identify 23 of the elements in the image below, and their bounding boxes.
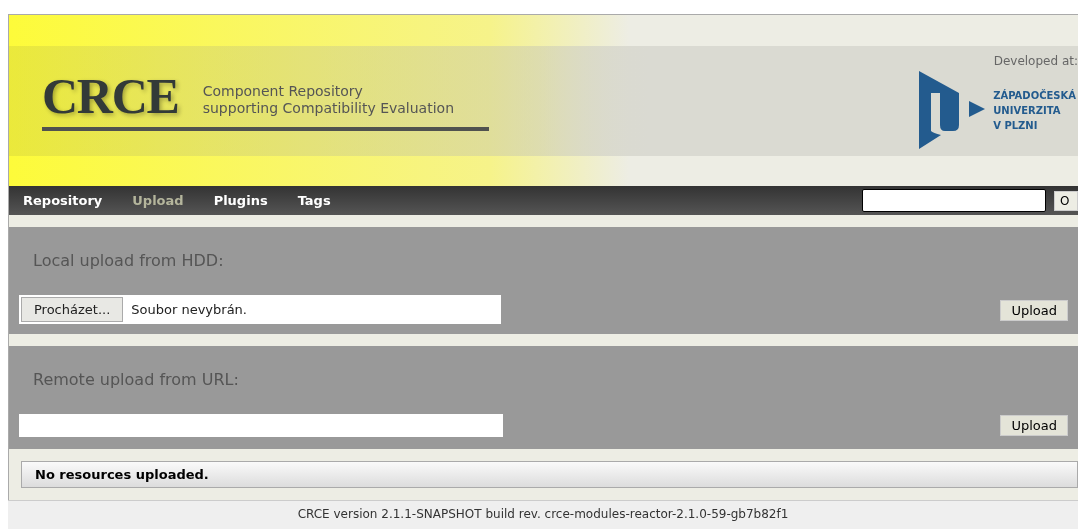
search-field[interactable] (862, 189, 1046, 212)
university-name-text: UNIVERZITA (993, 103, 1062, 118)
subtitle-text: Component Repository (202, 82, 364, 100)
file-input-field[interactable]: Procházet... Soubor nevybrán. (19, 295, 501, 324)
message-text: No resources uploaded. (35, 465, 209, 484)
upload-button[interactable]: Upload (1000, 300, 1068, 321)
nav-tab[interactable]: Tags (295, 190, 333, 211)
url-field[interactable] (19, 414, 503, 437)
browse-button[interactable]: Procházet... (21, 297, 124, 322)
developed-at-text: Developed at: (993, 53, 1078, 70)
nav-tab[interactable]: Repository (21, 190, 105, 211)
logo-text: CRCE (42, 70, 179, 121)
nav-tab[interactable]: Upload (130, 190, 186, 211)
nav-tab[interactable]: Plugins (211, 190, 270, 211)
university-name-text: V PLZNI (993, 118, 1039, 133)
file-status-text: Soubor nevybrán. (131, 300, 247, 319)
upload-button[interactable]: Upload (1000, 415, 1068, 436)
university-name-text: ZÁPADOČESKÁ (993, 88, 1076, 103)
subtitle-text: supporting Compatibility Evaluation (202, 99, 454, 117)
section-title: Local upload from HDD: (33, 250, 225, 272)
footer-text: CRCE version 2.1.1-SNAPSHOT build rev. crce-modules-reactor-2.1.0-59-gb7b82f1 (297, 507, 789, 522)
ok-button[interactable]: O (1054, 190, 1078, 211)
section-title: Remote upload from URL: (33, 369, 240, 391)
